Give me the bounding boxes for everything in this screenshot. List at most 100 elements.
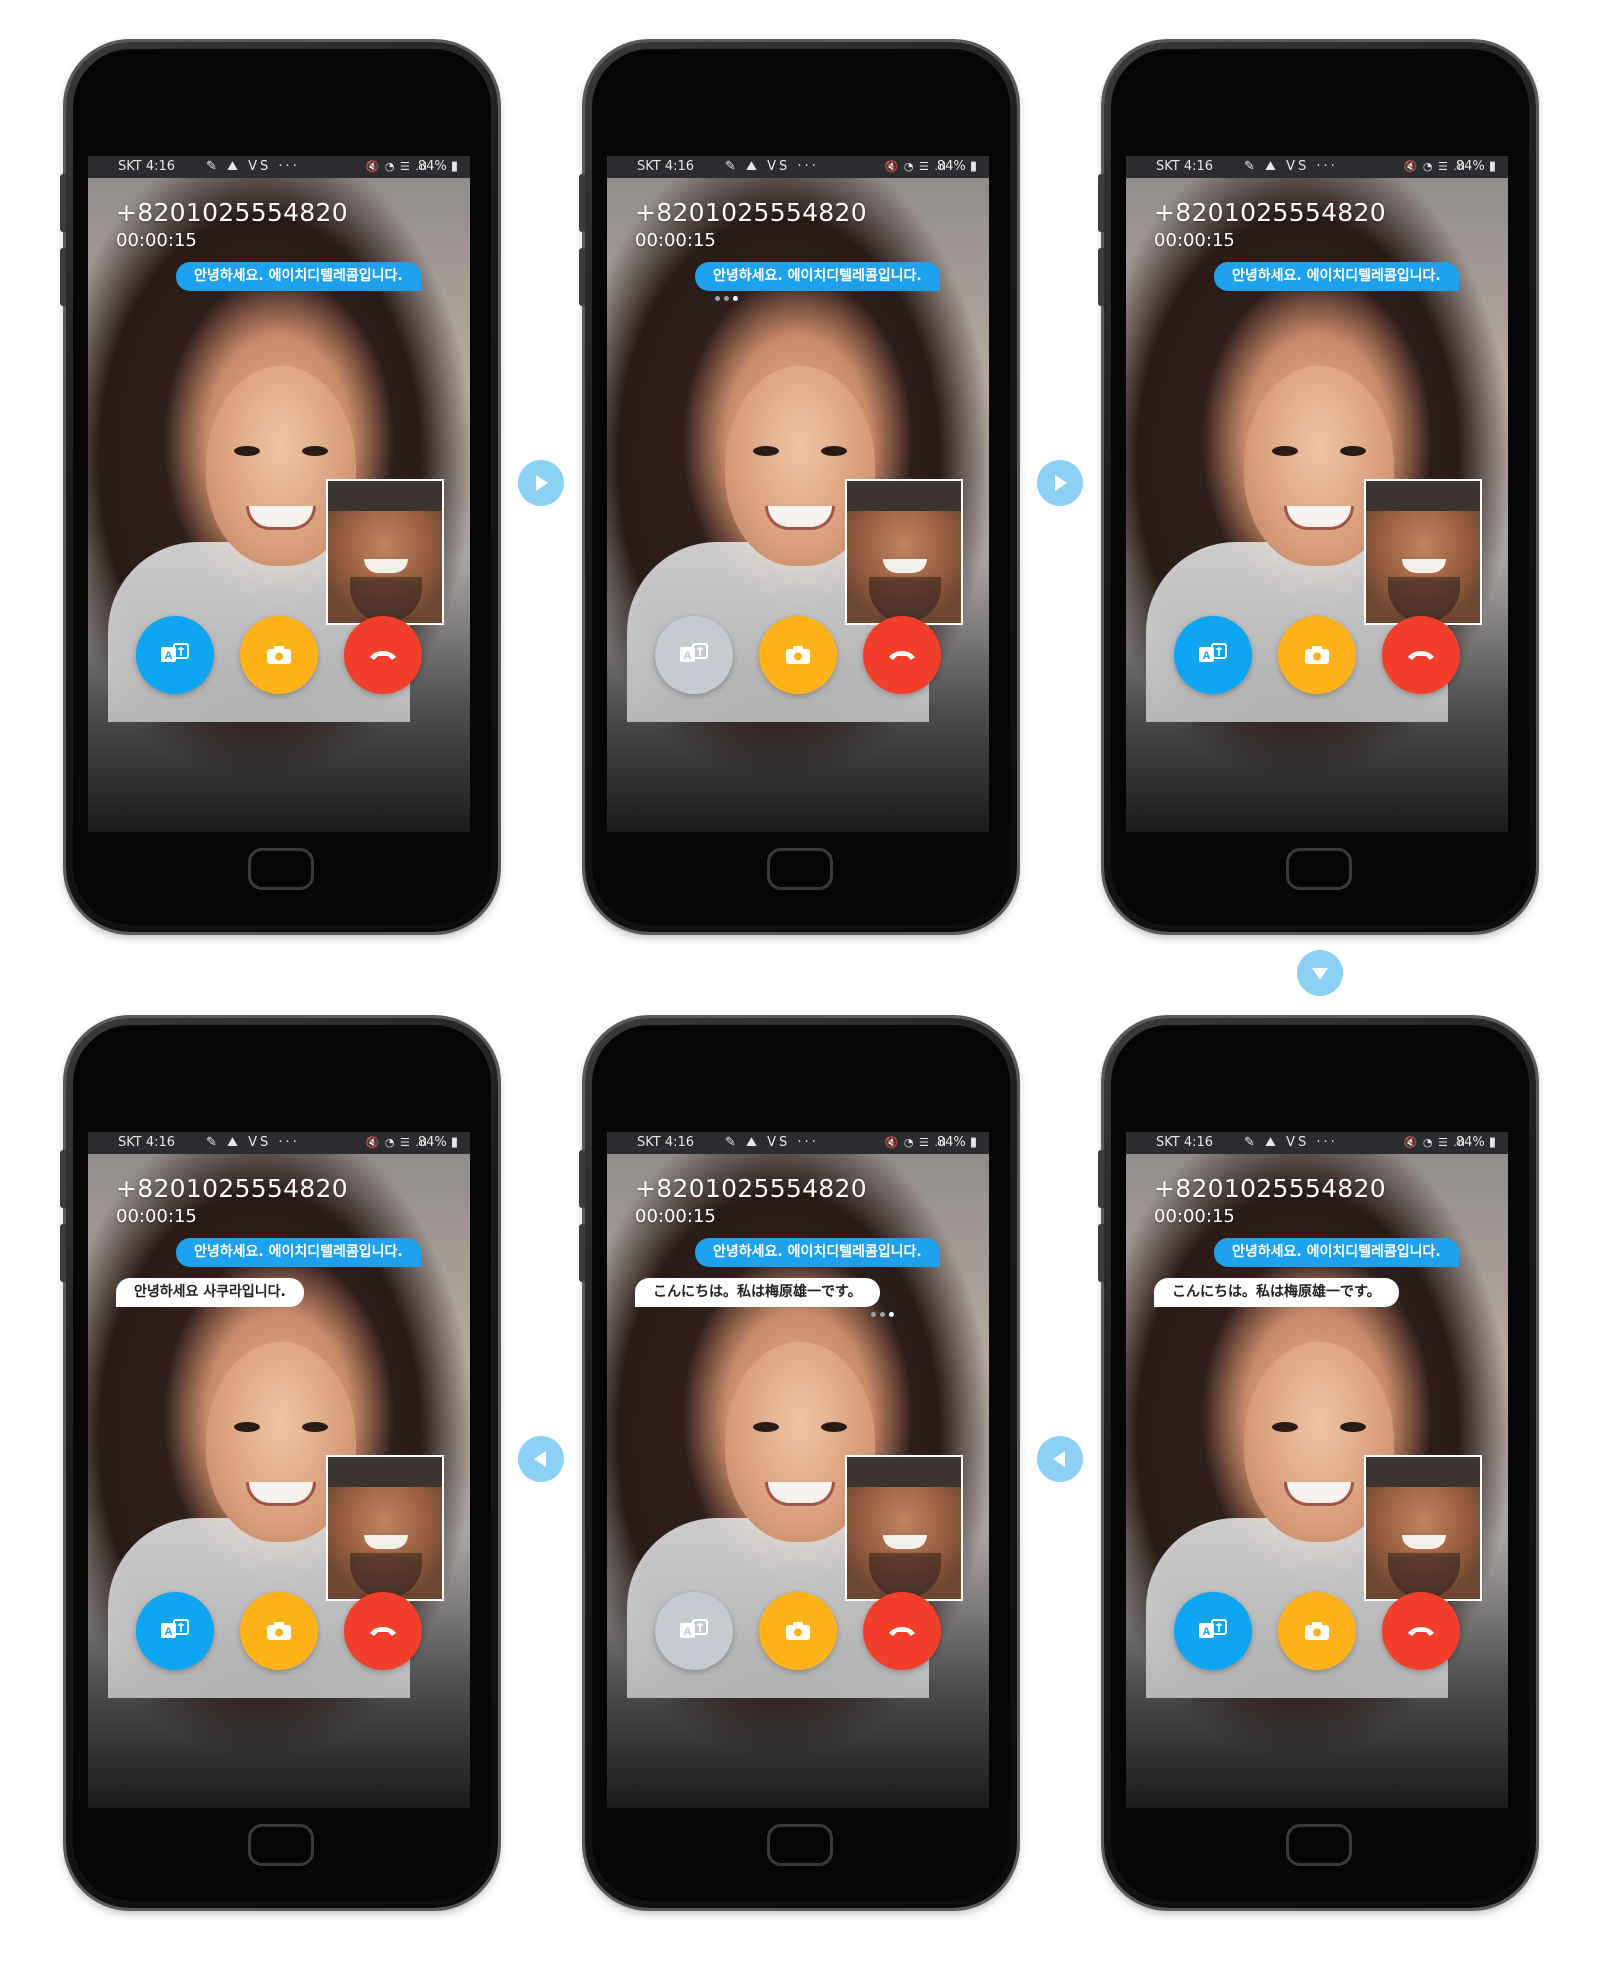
- volume-button: [1098, 248, 1104, 306]
- svg-text:A: A: [165, 650, 173, 662]
- volume-button: [579, 1150, 585, 1208]
- self-video-preview[interactable]: [1364, 1455, 1482, 1601]
- svg-text:A: A: [684, 1626, 692, 1638]
- camera-switch-button[interactable]: [759, 616, 837, 694]
- arrow-left-icon: [534, 1451, 546, 1467]
- svg-text:A: A: [684, 650, 692, 662]
- carrier-time: SKT 4:16: [637, 1135, 695, 1150]
- translated-message-bubble: 안녕하세요. 에이치디텔레콤입니다.: [1214, 1238, 1459, 1267]
- translate-button[interactable]: A: [655, 616, 733, 694]
- flow-arrow-left: [518, 1436, 564, 1482]
- video-call-screen: SKT 4:16 ✎ ⛰ ⅤS ··· 🔇 ◔ ☰ .ıl 84% ▮ +820…: [1126, 156, 1508, 832]
- translate-button[interactable]: A: [136, 1592, 214, 1670]
- self-video-preview[interactable]: [845, 479, 963, 625]
- self-video-preview[interactable]: [326, 1455, 444, 1601]
- notification-icons: ✎ ⛰ ⅤS ···: [206, 159, 300, 174]
- camera-switch-icon: [786, 646, 810, 664]
- video-call-screen: SKT 4:16 ✎ ⛰ ⅤS ··· 🔇 ◔ ☰ .ıl 84% ▮ +820…: [88, 156, 470, 832]
- status-bar: SKT 4:16 ✎ ⛰ ⅤS ··· 🔇 ◔ ☰ .ıl 84% ▮: [88, 1132, 470, 1154]
- battery-indicator: 84% ▮: [1455, 159, 1496, 174]
- video-call-screen: SKT 4:16 ✎ ⛰ ⅤS ··· 🔇 ◔ ☰ .ıl 84% ▮ +820…: [607, 156, 989, 832]
- translated-message-bubble: 안녕하세요. 에이치디텔레콤입니다.: [695, 262, 940, 291]
- camera-switch-button[interactable]: [759, 1592, 837, 1670]
- home-button[interactable]: [1286, 1824, 1352, 1866]
- phone-frame-1: SKT 4:16 ✎ ⛰ ⅤS ··· 🔇 ◔ ☰ .ıl 84% ▮ +820…: [60, 42, 498, 932]
- self-video-preview[interactable]: [1364, 479, 1482, 625]
- end-call-button[interactable]: [344, 1592, 422, 1670]
- home-button[interactable]: [767, 848, 833, 890]
- received-message-bubble: こんにちは。私は梅原雄一です。: [1154, 1278, 1399, 1307]
- caller-number: +8201025554820: [1154, 1174, 1386, 1203]
- end-call-button[interactable]: [863, 1592, 941, 1670]
- camera-switch-icon: [267, 646, 291, 664]
- status-bar: SKT 4:16 ✎ ⛰ ⅤS ··· 🔇 ◔ ☰ .ıl 84% ▮: [607, 156, 989, 178]
- typing-indicator: [871, 1312, 894, 1317]
- home-button[interactable]: [248, 1824, 314, 1866]
- carrier-time: SKT 4:16: [1156, 159, 1214, 174]
- carrier-time: SKT 4:16: [637, 159, 695, 174]
- translate-button[interactable]: A: [1174, 1592, 1252, 1670]
- phone-frame-2: SKT 4:16 ✎ ⛰ ⅤS ··· 🔇 ◔ ☰ .ıl 84% ▮ +820…: [579, 42, 1017, 932]
- self-video-preview[interactable]: [845, 1455, 963, 1601]
- video-call-screen: SKT 4:16 ✎ ⛰ ⅤS ··· 🔇 ◔ ☰ .ıl 84% ▮ +820…: [607, 1132, 989, 1808]
- volume-button: [1098, 174, 1104, 232]
- end-call-button[interactable]: [863, 616, 941, 694]
- caller-number: +8201025554820: [635, 198, 867, 227]
- home-button[interactable]: [767, 1824, 833, 1866]
- volume-button: [60, 1224, 66, 1282]
- battery-indicator: 84% ▮: [417, 159, 458, 174]
- volume-button: [579, 248, 585, 306]
- camera-switch-button[interactable]: [240, 1592, 318, 1670]
- battery-indicator: 84% ▮: [1455, 1135, 1496, 1150]
- volume-button: [60, 174, 66, 232]
- home-button[interactable]: [248, 848, 314, 890]
- svg-text:A: A: [165, 1626, 173, 1638]
- arrow-left-icon: [1053, 1451, 1065, 1467]
- phone-frame-4: SKT 4:16 ✎ ⛰ ⅤS ··· 🔇 ◔ ☰ .ıl 84% ▮ +820…: [60, 1018, 498, 1908]
- battery-indicator: 84% ▮: [936, 159, 977, 174]
- phone-hangup-icon: [370, 1627, 396, 1636]
- call-duration: 00:00:15: [116, 1206, 197, 1227]
- notification-icons: ✎ ⛰ ⅤS ···: [725, 1135, 819, 1150]
- camera-switch-icon: [1305, 646, 1329, 664]
- arrow-right-icon: [1055, 475, 1067, 491]
- volume-button: [60, 1150, 66, 1208]
- phone-hangup-icon: [889, 651, 915, 660]
- notification-icons: ✎ ⛰ ⅤS ···: [1244, 1135, 1338, 1150]
- self-video-preview[interactable]: [326, 479, 444, 625]
- volume-button: [60, 248, 66, 306]
- caller-number: +8201025554820: [635, 1174, 867, 1203]
- received-message-bubble: 안녕하세요 사쿠라입니다.: [116, 1278, 304, 1307]
- camera-switch-icon: [786, 1622, 810, 1640]
- camera-switch-button[interactable]: [1278, 1592, 1356, 1670]
- end-call-button[interactable]: [1382, 616, 1460, 694]
- call-duration: 00:00:15: [1154, 1206, 1235, 1227]
- svg-text:A: A: [1203, 1626, 1211, 1638]
- translate-button[interactable]: A: [655, 1592, 733, 1670]
- camera-switch-button[interactable]: [1278, 616, 1356, 694]
- status-bar: SKT 4:16 ✎ ⛰ ⅤS ··· 🔇 ◔ ☰ .ıl 84% ▮: [1126, 1132, 1508, 1154]
- battery-indicator: 84% ▮: [936, 1135, 977, 1150]
- translate-icon: A: [1199, 643, 1227, 662]
- translate-button[interactable]: A: [1174, 616, 1252, 694]
- received-message-bubble: こんにちは。私は梅原雄一です。: [635, 1278, 880, 1307]
- translate-icon: A: [1199, 1619, 1227, 1638]
- translate-button[interactable]: A: [136, 616, 214, 694]
- carrier-time: SKT 4:16: [118, 1135, 176, 1150]
- phone-frame-6: SKT 4:16 ✎ ⛰ ⅤS ··· 🔇 ◔ ☰ .ıl 84% ▮ +820…: [1098, 1018, 1536, 1908]
- arrow-right-icon: [536, 475, 548, 491]
- call-duration: 00:00:15: [116, 230, 197, 251]
- caller-number: +8201025554820: [116, 1174, 348, 1203]
- camera-switch-icon: [267, 1622, 291, 1640]
- battery-indicator: 84% ▮: [417, 1135, 458, 1150]
- flow-arrow-right: [1037, 460, 1083, 506]
- end-call-button[interactable]: [1382, 1592, 1460, 1670]
- home-button[interactable]: [1286, 848, 1352, 890]
- phone-hangup-icon: [889, 1627, 915, 1636]
- phone-frame-5: SKT 4:16 ✎ ⛰ ⅤS ··· 🔇 ◔ ☰ .ıl 84% ▮ +820…: [579, 1018, 1017, 1908]
- phone-hangup-icon: [1408, 1627, 1434, 1636]
- end-call-button[interactable]: [344, 616, 422, 694]
- camera-switch-button[interactable]: [240, 616, 318, 694]
- translate-icon: A: [680, 643, 708, 662]
- call-duration: 00:00:15: [635, 230, 716, 251]
